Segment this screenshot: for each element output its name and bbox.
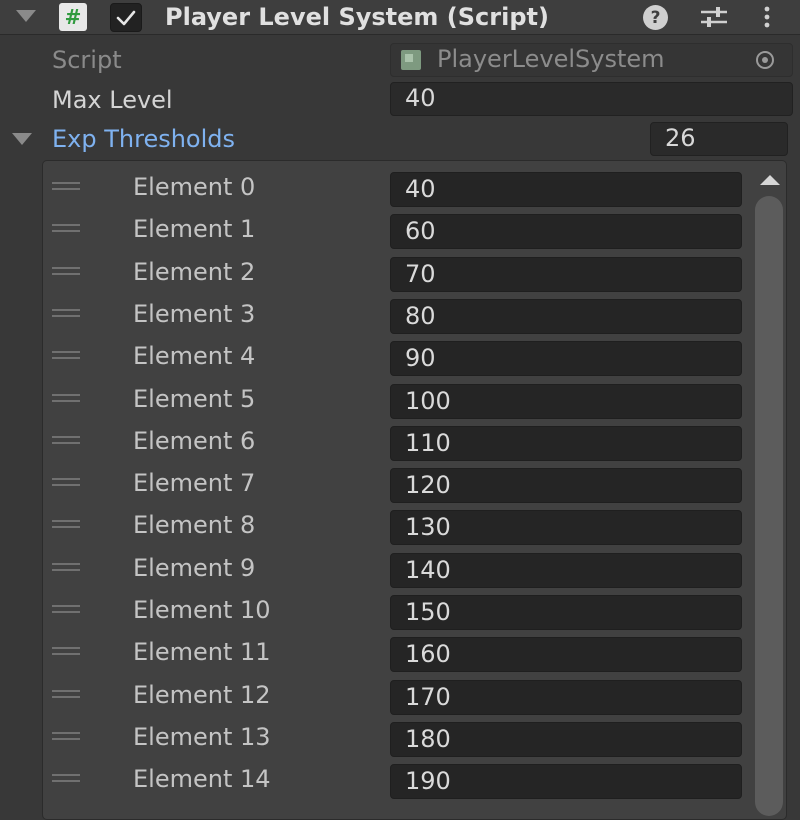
checkmark-icon [116, 10, 136, 25]
list-scrollbar-thumb[interactable] [755, 196, 783, 816]
element-label: Element 11 [133, 638, 271, 667]
element-label: Element 3 [133, 299, 256, 328]
exp-thresholds-foldout-arrow-icon[interactable] [12, 133, 32, 145]
element-label: Element 12 [133, 680, 271, 709]
element-label: Element 8 [133, 511, 256, 540]
element-value-input[interactable]: 160 [390, 637, 742, 673]
scroll-up-arrow-icon[interactable] [760, 175, 780, 185]
drag-handle-icon[interactable] [52, 182, 80, 192]
exp-thresholds-list: Element 0 40 Element 1 60 Element 2 70 Element… [42, 160, 787, 820]
drag-handle-icon[interactable] [52, 393, 80, 404]
element-value-input[interactable]: 70 [390, 256, 742, 292]
element-value-input[interactable]: 60 [390, 214, 742, 250]
presets-icon[interactable] [699, 5, 729, 29]
element-value-input[interactable]: 190 [390, 764, 742, 800]
element-value-input[interactable]: 140 [390, 552, 742, 588]
list-item: Element 13 180 [43, 719, 788, 761]
drag-handle-icon[interactable] [52, 520, 80, 530]
script-object-field: PlayerLevelSystem [390, 43, 793, 77]
script-file-icon [401, 50, 421, 70]
help-glyph: ? [650, 7, 661, 28]
element-label: Element 14 [133, 765, 271, 794]
drag-handle-icon[interactable] [52, 562, 80, 573]
list-item: Element 6 110 [43, 423, 788, 465]
list-item: Element 0 40 [43, 169, 788, 211]
element-value-input[interactable]: 80 [390, 298, 742, 334]
component-foldout-arrow-icon[interactable] [16, 10, 36, 22]
element-value-input[interactable]: 180 [390, 721, 742, 757]
drag-handle-icon[interactable] [52, 605, 80, 615]
exp-thresholds-size-input[interactable]: 26 [650, 122, 788, 156]
list-item: Element 11 160 [43, 634, 788, 676]
exp-thresholds-label[interactable]: Exp Thresholds [52, 124, 235, 154]
element-value-input[interactable]: 110 [390, 425, 742, 461]
element-label: Element 1 [133, 215, 256, 244]
script-icon-glyph: # [64, 5, 82, 29]
list-item: Element 5 100 [43, 381, 788, 423]
drag-handle-icon[interactable] [52, 266, 80, 277]
list-item: Element 1 60 [43, 211, 788, 253]
element-label: Element 13 [133, 722, 271, 751]
element-label: Element 7 [133, 469, 256, 498]
max-level-label: Max Level [52, 86, 173, 114]
element-value-input[interactable]: 90 [390, 341, 742, 377]
help-icon[interactable]: ? [643, 5, 668, 30]
list-item: Element 12 170 [43, 677, 788, 719]
list-item: Element 14 190 [43, 761, 788, 803]
drag-handle-icon[interactable] [52, 351, 80, 361]
list-item: Element 8 130 [43, 507, 788, 549]
drag-handle-icon[interactable] [52, 478, 80, 488]
script-label: Script [52, 46, 122, 74]
drag-handle-icon[interactable] [52, 774, 80, 784]
list-item: Element 7 120 [43, 465, 788, 507]
drag-handle-icon[interactable] [52, 731, 80, 742]
component-enabled-checkbox[interactable] [110, 3, 142, 32]
component-header: # Player Level System (Script) ? [0, 0, 800, 35]
object-picker-icon[interactable] [754, 49, 776, 71]
element-value-input[interactable]: 40 [390, 172, 742, 207]
list-item: Element 10 150 [43, 592, 788, 634]
element-value-input[interactable]: 100 [390, 383, 742, 419]
list-item: Element 4 90 [43, 338, 788, 380]
element-label: Element 2 [133, 257, 256, 286]
kebab-menu-icon[interactable] [757, 4, 777, 30]
element-label: Element 6 [133, 426, 256, 455]
element-value-input[interactable]: 170 [390, 679, 742, 715]
component-title[interactable]: Player Level System (Script) [165, 1, 549, 33]
list-item: Element 9 140 [43, 550, 788, 592]
element-value-input[interactable]: 130 [390, 510, 742, 546]
list-item: Element 2 70 [43, 254, 788, 296]
element-value-input[interactable]: 120 [390, 468, 742, 504]
drag-handle-icon[interactable] [52, 308, 80, 319]
max-level-input[interactable]: 40 [390, 82, 793, 116]
element-label: Element 9 [133, 553, 256, 582]
drag-handle-icon[interactable] [52, 689, 80, 700]
csharp-script-icon: # [59, 3, 87, 31]
element-label: Element 4 [133, 342, 256, 371]
element-label: Element 10 [133, 596, 271, 624]
element-label: Element 5 [133, 384, 256, 413]
list-item: Element 3 80 [43, 296, 788, 338]
element-label: Element 0 [133, 173, 256, 201]
drag-handle-icon[interactable] [52, 224, 80, 234]
element-value-input[interactable]: 150 [390, 595, 742, 630]
drag-handle-icon[interactable] [52, 647, 80, 657]
drag-handle-icon[interactable] [52, 435, 80, 446]
